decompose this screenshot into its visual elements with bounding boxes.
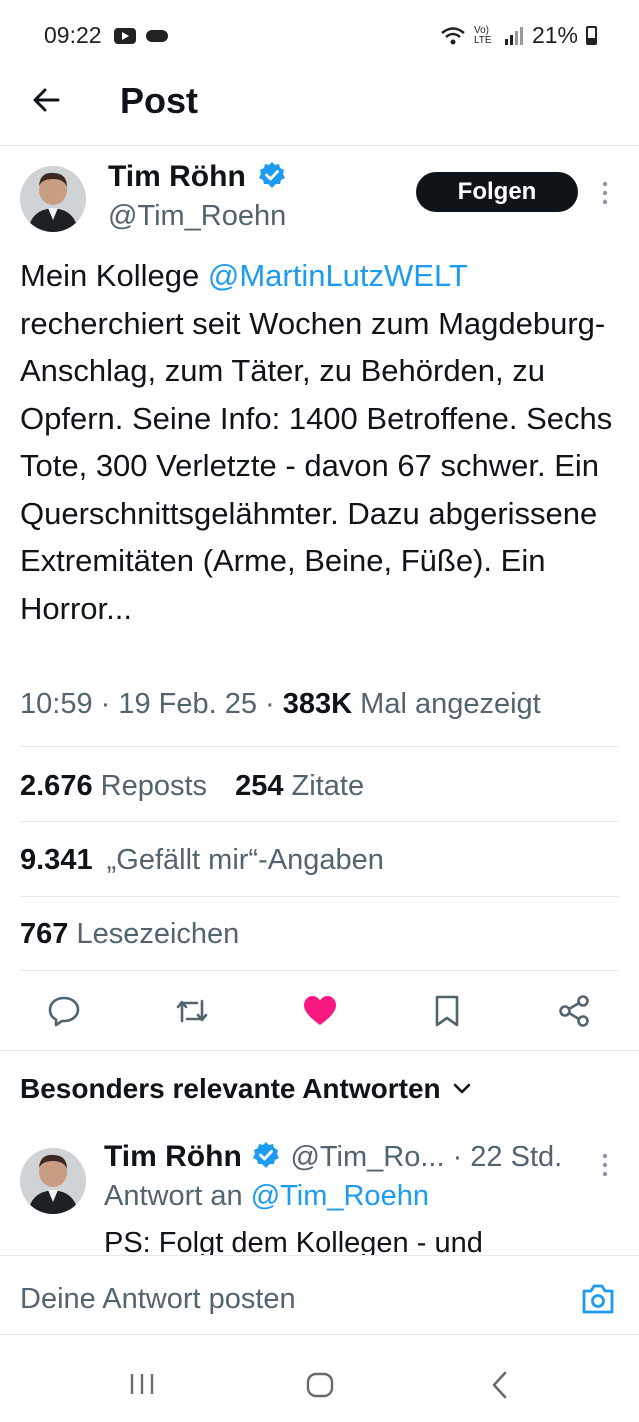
action-bar (0, 985, 639, 1037)
battery-icon (586, 26, 597, 45)
more-options-icon[interactable] (600, 180, 610, 208)
verified-icon (258, 161, 286, 197)
back-icon[interactable] (488, 1370, 512, 1400)
reply-author-name[interactable]: Tim Röhn (104, 1140, 242, 1173)
post-text: Mein Kollege @MartinLutzWELT recherchier… (20, 252, 620, 632)
like-button[interactable] (294, 985, 346, 1037)
divider (20, 896, 619, 897)
camera-icon[interactable] (580, 1283, 616, 1315)
divider (20, 821, 619, 822)
share-icon (559, 995, 589, 1027)
likes-count: 9.341 (20, 844, 93, 876)
author-name[interactable]: Tim Röhn (108, 160, 286, 197)
author-handle[interactable]: @Tim_Roehn (108, 200, 286, 233)
post-timestamp[interactable]: 10:59 · 19 Feb. 25 · (20, 688, 283, 720)
reply-to-mention[interactable]: @Tim_Roehn (251, 1180, 429, 1212)
reply-icon (48, 996, 80, 1027)
reposts-count: 2.676 (20, 770, 93, 802)
bookmarks-stat[interactable]: 767 Lesezeichen (20, 918, 239, 951)
replies-section-title: Besonders relevante Antworten (20, 1073, 441, 1104)
status-right: Vo) LTE 21% (440, 22, 597, 49)
reply-to-prefix: Antwort an (104, 1180, 251, 1212)
wifi-icon (441, 26, 465, 44)
network-label: Vo) LTE (473, 24, 492, 46)
quotes-label: Zitate (283, 770, 365, 802)
post-text-rest: recherchiert seit Wochen zum Magdeburg-A… (20, 305, 613, 626)
reply-author-handle[interactable]: @Tim_Ro... (290, 1141, 444, 1173)
replies-sort-dropdown[interactable]: Besonders relevante Antworten (20, 1073, 471, 1105)
likes-stat[interactable]: 9.341 „Gefällt mir“-Angaben (20, 844, 384, 877)
reposts-stat[interactable]: 2.676 Reposts (20, 770, 207, 802)
reply-button[interactable] (38, 985, 90, 1037)
share-button[interactable] (548, 985, 600, 1037)
reposts-label: Reposts (92, 770, 208, 802)
bookmarks-count: 767 (20, 918, 69, 950)
reply-header: Tim Röhn @Tim_Ro... · 22 Std. (104, 1140, 562, 1177)
home-icon[interactable] (305, 1371, 335, 1399)
repost-icon (176, 999, 208, 1023)
avatar-image (20, 166, 86, 232)
post-text-start: Mein Kollege (20, 258, 208, 293)
signal-icon (504, 26, 523, 45)
back-arrow-icon[interactable] (28, 80, 68, 120)
status-time-text: 09:22 (44, 22, 102, 48)
divider (20, 970, 619, 971)
header-divider (0, 145, 639, 146)
reposts-quotes-row: 2.676 Reposts 254 Zitate (20, 770, 364, 803)
system-nav-bar (0, 1336, 639, 1422)
follow-button[interactable]: Folgen (416, 172, 578, 212)
verified-icon (252, 1141, 280, 1177)
views-count: 383K (282, 688, 353, 720)
views-label: Mal angezeigt (352, 688, 541, 720)
reply-input[interactable]: Deine Antwort posten (20, 1283, 296, 1316)
reply-time: · 22 Std. (444, 1141, 563, 1173)
repost-button[interactable] (166, 985, 218, 1037)
battery-percent: 21% (531, 22, 578, 48)
cloud-icon (146, 30, 169, 42)
author-name-text: Tim Röhn (108, 160, 246, 193)
reply-avatar[interactable] (20, 1148, 86, 1214)
reply-more-options-icon[interactable] (600, 1152, 610, 1180)
quotes-count: 254 (235, 770, 284, 802)
mention-link[interactable]: @MartinLutzWELT (208, 258, 467, 293)
recents-icon[interactable] (128, 1372, 156, 1396)
divider (20, 746, 619, 747)
avatar-image (20, 1148, 86, 1214)
avatar[interactable] (20, 166, 86, 232)
likes-label: „Gefällt mir“-Angaben (98, 844, 384, 876)
quotes-stat[interactable]: 254 Zitate (235, 770, 364, 802)
post-meta: 10:59 · 19 Feb. 25 · 383K Mal angezeigt (20, 688, 541, 721)
reply-to-line: Antwort an @Tim_Roehn (104, 1180, 429, 1213)
like-icon (304, 996, 336, 1025)
bookmark-icon (435, 995, 459, 1027)
bookmarks-label: Lesezeichen (68, 918, 240, 950)
bookmark-button[interactable] (421, 985, 473, 1037)
page-title: Post (120, 80, 199, 121)
chevron-down-icon (453, 1083, 470, 1094)
youtube-icon (113, 28, 136, 44)
divider (0, 1050, 639, 1051)
divider (0, 1334, 639, 1335)
status-bar: 09:22 Vo) LTE 21% (0, 0, 639, 70)
status-time: 09:22 (44, 22, 169, 49)
